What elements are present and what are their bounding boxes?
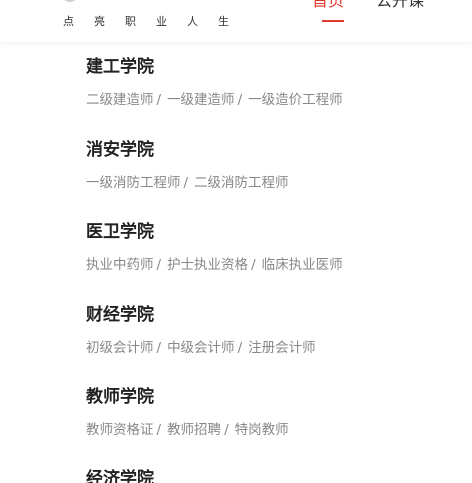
college-section-fire-safety: 消安学院 一级消防工程师 / 二级消防工程师 <box>86 139 446 192</box>
separator: / <box>251 257 256 273</box>
section-title[interactable]: 医卫学院 <box>86 221 446 243</box>
separator: / <box>224 422 229 438</box>
exam-link[interactable]: 一级消防工程师 <box>86 174 181 192</box>
active-indicator <box>322 20 344 22</box>
college-section-medical: 医卫学院 执业中药师 / 护士执业资格 / 临床执业医师 <box>86 221 446 274</box>
site-header: 点 亮 职 业 人 生 首页 公开课 <box>0 0 472 42</box>
nav-item-label: 首页 <box>312 0 345 10</box>
section-title[interactable]: 消安学院 <box>86 139 446 161</box>
nav-item-home[interactable]: 首页 <box>312 0 345 22</box>
slogan-char: 人 <box>187 15 198 28</box>
college-section-economics: 经济学院 <box>86 468 446 483</box>
slogan-char: 业 <box>156 15 167 28</box>
exam-link[interactable]: 特岗教师 <box>235 421 289 439</box>
college-list: 建工学院 二级建造师 / 一级建造师 / 一级造价工程师 消安学院 一级消防工程… <box>0 42 472 483</box>
college-section-construction: 建工学院 二级建造师 / 一级建造师 / 一级造价工程师 <box>86 56 446 109</box>
section-title[interactable]: 建工学院 <box>86 56 446 78</box>
slogan-char: 生 <box>218 15 229 28</box>
section-title[interactable]: 教师学院 <box>86 386 446 408</box>
slogan-char: 亮 <box>94 15 105 28</box>
separator: / <box>156 257 162 273</box>
exam-links: 执业中药师 / 护士执业资格 / 临床执业医师 <box>86 256 446 274</box>
separator: / <box>156 340 162 356</box>
exam-link[interactable]: 二级消防工程师 <box>194 174 289 192</box>
exam-link[interactable]: 执业中药师 <box>86 256 154 274</box>
exam-link[interactable]: 中级会计师 <box>167 339 235 357</box>
exam-links: 初级会计师 / 中级会计师 / 注册会计师 <box>86 339 446 357</box>
exam-link[interactable]: 教师招聘 <box>167 421 221 439</box>
separator: / <box>237 340 243 356</box>
separator: / <box>237 92 243 108</box>
exam-links: 一级消防工程师 / 二级消防工程师 <box>86 174 446 192</box>
main-nav: 首页 公开课 <box>312 0 424 22</box>
college-section-finance: 财经学院 初级会计师 / 中级会计师 / 注册会计师 <box>86 304 446 357</box>
exam-links: 教师资格证 / 教师招聘 / 特岗教师 <box>86 421 446 439</box>
nav-item-label: 公开课 <box>376 0 425 10</box>
exam-link[interactable]: 注册会计师 <box>248 339 316 357</box>
section-title[interactable]: 财经学院 <box>86 304 446 326</box>
college-section-teacher: 教师学院 教师资格证 / 教师招聘 / 特岗教师 <box>86 386 446 439</box>
nav-item-open-class[interactable]: 公开课 <box>376 0 424 11</box>
page: 点 亮 职 业 人 生 首页 公开课 建工学院 二级建造师 / 一级建造师 / <box>0 0 472 483</box>
logo-icon[interactable] <box>62 0 78 2</box>
section-title[interactable]: 经济学院 <box>86 468 446 483</box>
exam-link[interactable]: 教师资格证 <box>86 421 154 439</box>
exam-link[interactable]: 一级建造师 <box>167 91 235 109</box>
exam-links: 二级建造师 / 一级建造师 / 一级造价工程师 <box>86 91 446 109</box>
separator: / <box>183 175 189 191</box>
exam-link[interactable]: 一级造价工程师 <box>248 91 343 109</box>
slogan-char: 职 <box>125 15 136 28</box>
slogan: 点 亮 职 业 人 生 <box>63 15 249 29</box>
exam-link[interactable]: 临床执业医师 <box>262 256 343 274</box>
exam-link[interactable]: 护士执业资格 <box>167 256 248 274</box>
slogan-char: 点 <box>63 15 74 28</box>
exam-link[interactable]: 初级会计师 <box>86 339 154 357</box>
exam-link[interactable]: 二级建造师 <box>86 91 154 109</box>
separator: / <box>156 92 162 108</box>
separator: / <box>156 422 162 438</box>
